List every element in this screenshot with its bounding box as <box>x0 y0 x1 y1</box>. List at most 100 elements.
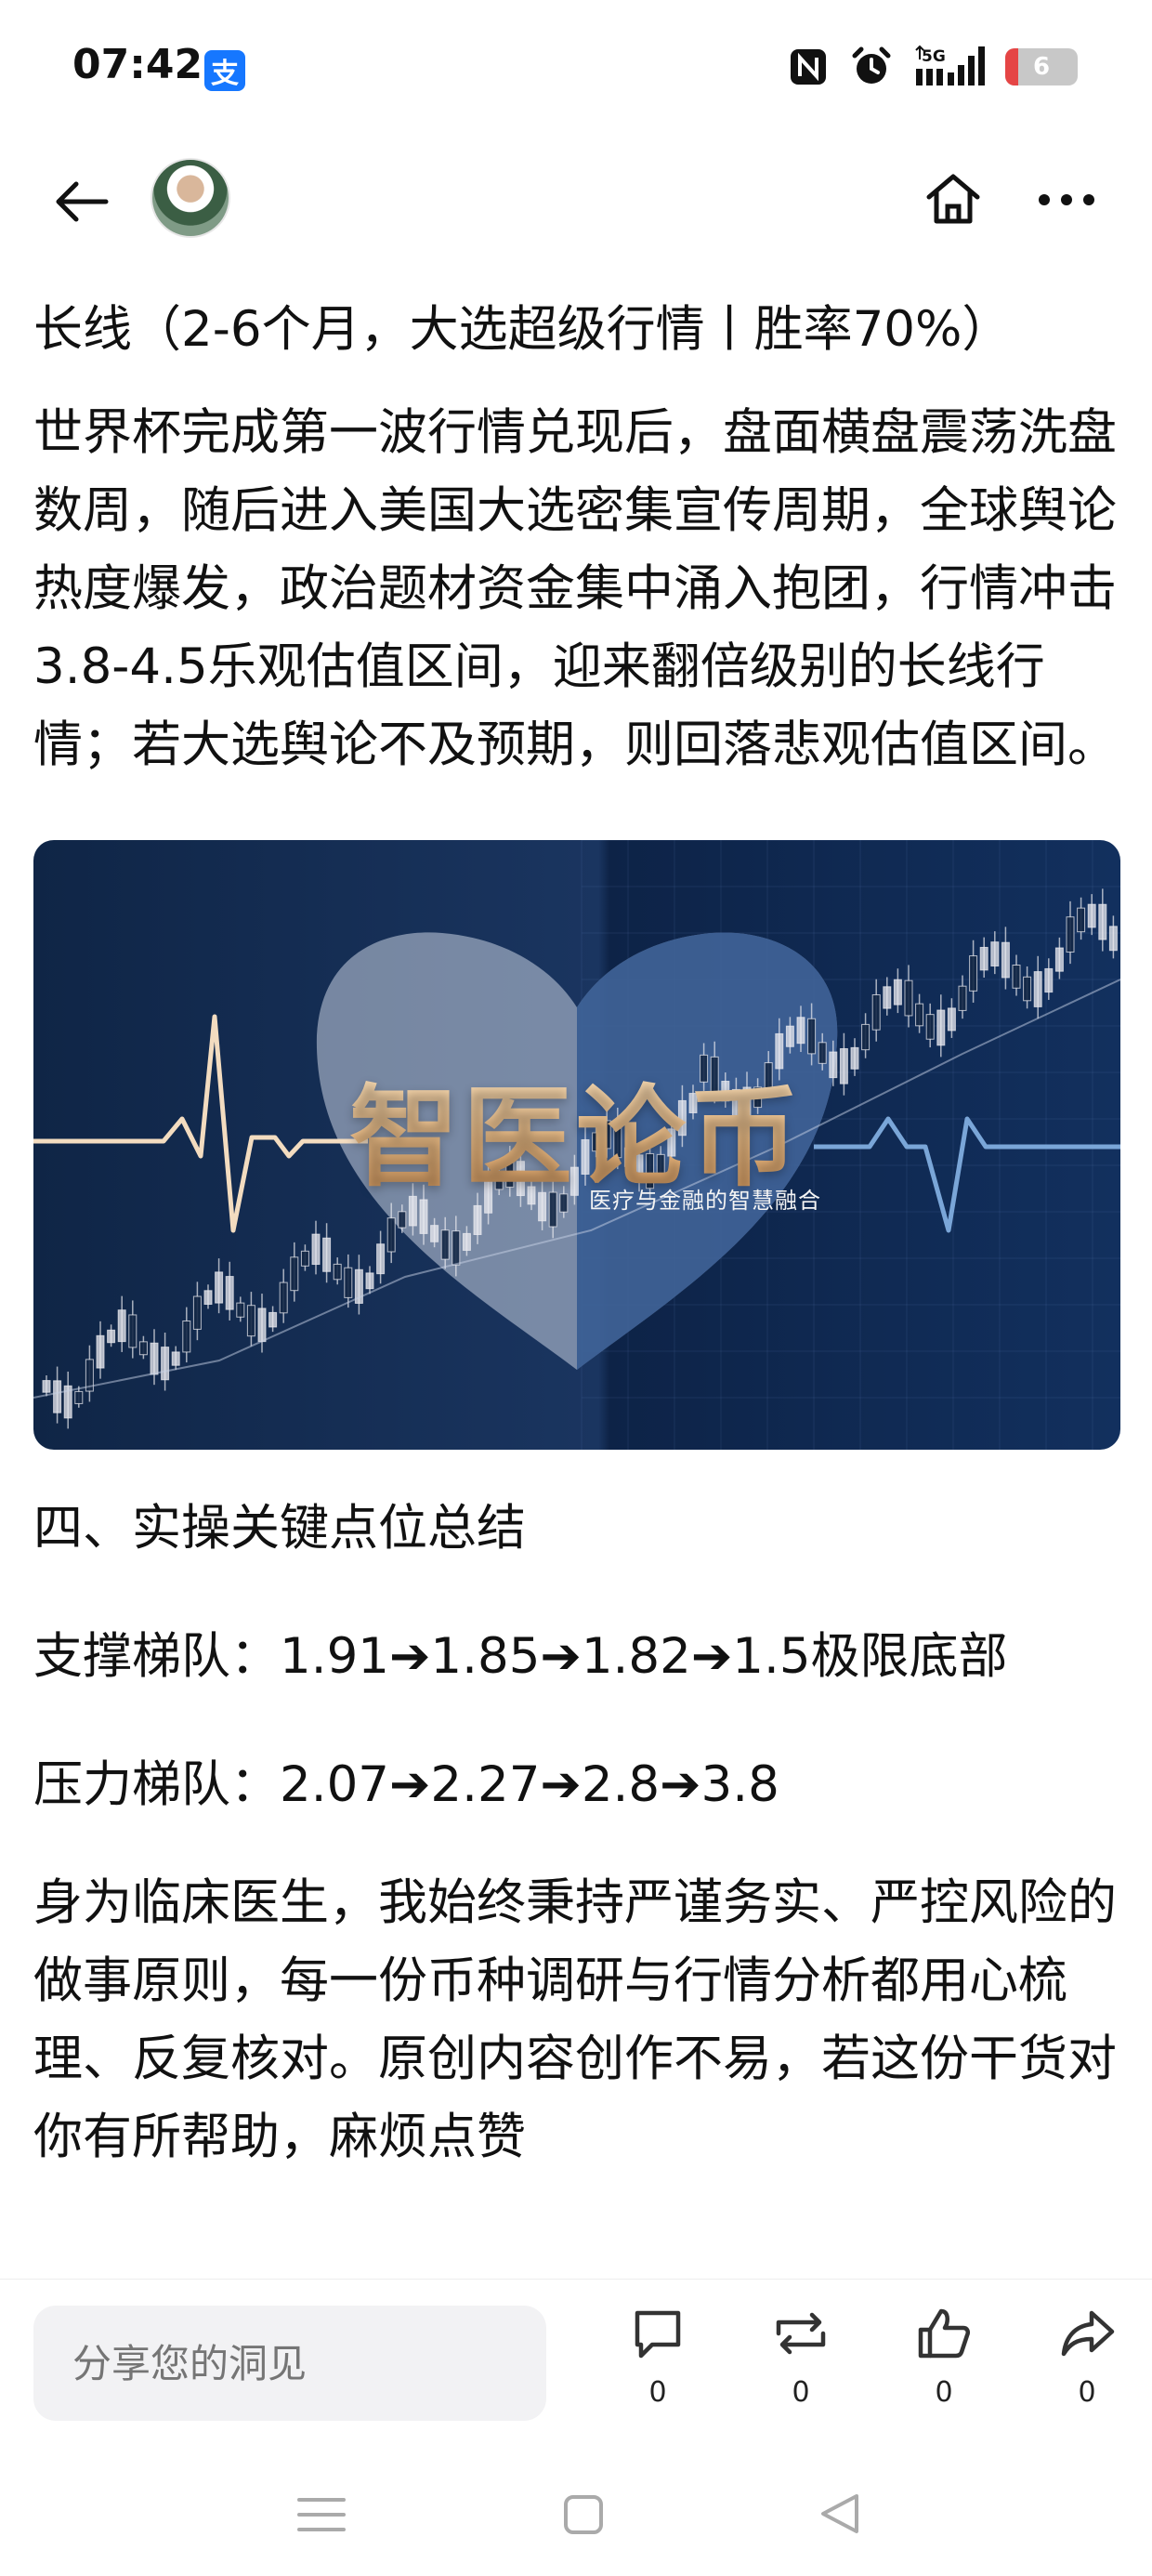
candle-body <box>807 1018 817 1055</box>
home-button[interactable] <box>920 165 987 232</box>
candle-body <box>1054 947 1064 972</box>
article-banner-image[interactable]: 智医论币 医疗与金融的智慧融合 <box>33 840 1120 1450</box>
candle-body <box>440 1229 450 1260</box>
article-headline: 长线（2-6个月，大选超级行情丨胜率70%） <box>33 301 1012 358</box>
article-body: 长线（2-6个月，大选超级行情丨胜率70%） 世界杯完成第一波行情兑现后，盘面横… <box>33 288 1120 2258</box>
alipay-icon: 支 <box>204 50 245 91</box>
candle-body <box>430 1225 439 1242</box>
section-heading: 四、实操关键点位总结 <box>33 1500 526 1557</box>
candle-body <box>818 1042 827 1064</box>
candle-body <box>236 1302 245 1318</box>
share-count: 0 <box>1078 2376 1096 2409</box>
candle-body <box>311 1233 321 1266</box>
candle-body <box>969 955 978 992</box>
candle-body <box>462 1232 471 1251</box>
candle-body <box>473 1204 482 1235</box>
battery-level: 6 <box>1032 53 1051 81</box>
alarm-icon <box>852 46 891 84</box>
pressure-ladder: 压力梯队：2.07➔2.27➔2.8➔3.8 <box>33 1756 779 1813</box>
candle-body <box>1033 971 1042 1007</box>
candle-body <box>203 1290 213 1306</box>
article-paragraph: 世界杯完成第一波行情兑现后，盘面横盘震荡洗盘数周，随后进入美国大选密集宣传周期，… <box>33 404 1117 773</box>
candle-body <box>53 1380 62 1413</box>
nfc-icon <box>791 49 826 85</box>
candle-body <box>893 979 902 1005</box>
candle-body <box>904 979 913 1017</box>
avatar[interactable] <box>151 158 230 238</box>
top-navigation <box>0 149 1152 251</box>
candle-body <box>96 1334 105 1369</box>
candle-body <box>883 986 892 1009</box>
banner-subtitle: 医疗与金融的智慧融合 <box>589 1188 821 1214</box>
candle-body <box>979 946 988 971</box>
repost-count: 0 <box>792 2376 810 2409</box>
candle-body <box>1044 967 1054 993</box>
bottom-action-bar: 0 0 0 0 <box>0 2279 1152 2446</box>
candle-body <box>850 1046 859 1070</box>
back-button[interactable] <box>45 169 119 234</box>
candle-body <box>268 1311 278 1328</box>
candle-body <box>1012 965 1021 989</box>
candle-body <box>192 1295 202 1330</box>
candle-body <box>128 1314 137 1348</box>
candle-body <box>322 1237 332 1272</box>
repost-button[interactable]: 0 <box>754 2306 847 2426</box>
candle-body <box>300 1250 309 1267</box>
candle-body <box>1023 976 1032 1002</box>
candle-body <box>936 1009 946 1046</box>
candle-body <box>365 1272 374 1290</box>
candle-body <box>257 1308 267 1343</box>
more-button[interactable] <box>1029 167 1104 232</box>
share-icon <box>1061 2310 1115 2357</box>
candle-body <box>785 1025 794 1047</box>
candle-body <box>117 1309 126 1343</box>
thumbs-up-icon <box>918 2308 971 2359</box>
candle-body <box>279 1281 288 1314</box>
share-button[interactable]: 0 <box>1041 2306 1133 2426</box>
home-nav-icon[interactable] <box>561 2492 606 2537</box>
candle-body <box>215 1271 224 1304</box>
comment-count: 0 <box>648 2376 667 2409</box>
candle-body <box>1001 941 1010 979</box>
battery-icon: 6 <box>1005 48 1078 85</box>
status-icons: 5G 6 <box>788 45 1078 89</box>
candle-body <box>1098 903 1107 940</box>
candle-body <box>74 1390 84 1404</box>
back-nav-icon[interactable] <box>818 2491 862 2537</box>
candle-body <box>246 1305 255 1337</box>
support-ladder: 支撑梯队：1.91➔1.85➔1.82➔1.5极限底部 <box>33 1628 1008 1685</box>
candle-body <box>344 1267 353 1298</box>
candle-body <box>333 1263 342 1281</box>
candle-body <box>861 1023 871 1051</box>
status-time: 07:42 <box>72 41 203 88</box>
signal-5g-icon: 5G <box>915 45 985 85</box>
back-arrow-icon <box>56 181 109 222</box>
home-icon <box>926 174 980 224</box>
candle-body <box>386 1217 396 1253</box>
candle-body <box>398 1211 407 1229</box>
svg-text:5G: 5G <box>922 47 946 66</box>
candle-body <box>915 1003 924 1027</box>
candle-body <box>829 1051 838 1079</box>
candle-body <box>1087 903 1096 928</box>
like-count: 0 <box>935 2376 953 2409</box>
like-button[interactable]: 0 <box>897 2306 990 2426</box>
candle-body <box>182 1320 191 1353</box>
article-paragraph-closing: 身为临床医生，我始终秉持严谨务实、严控风险的做事原则，每一份币种调研与行情分析都… <box>33 1874 1117 2165</box>
comment-button[interactable]: 0 <box>611 2306 704 2426</box>
screen: 07:42 支 5G 6 长线（2-6个月，大选超级行情丨胜率70%） 世界杯完… <box>0 0 1152 2576</box>
candle-body <box>376 1243 386 1275</box>
candle-body <box>161 1347 170 1381</box>
candle-body <box>290 1256 299 1292</box>
candle-body <box>225 1276 234 1310</box>
comment-input[interactable] <box>33 2306 546 2421</box>
candle-body <box>796 1017 805 1045</box>
recent-apps-icon[interactable] <box>295 2494 347 2535</box>
repost-icon <box>776 2312 826 2355</box>
candle-body <box>1108 926 1118 952</box>
candle-body <box>171 1351 180 1366</box>
system-navigation-bar <box>0 2446 1152 2576</box>
candle-body <box>839 1047 848 1084</box>
candle-body <box>1066 916 1075 953</box>
candle-body <box>871 993 881 1031</box>
